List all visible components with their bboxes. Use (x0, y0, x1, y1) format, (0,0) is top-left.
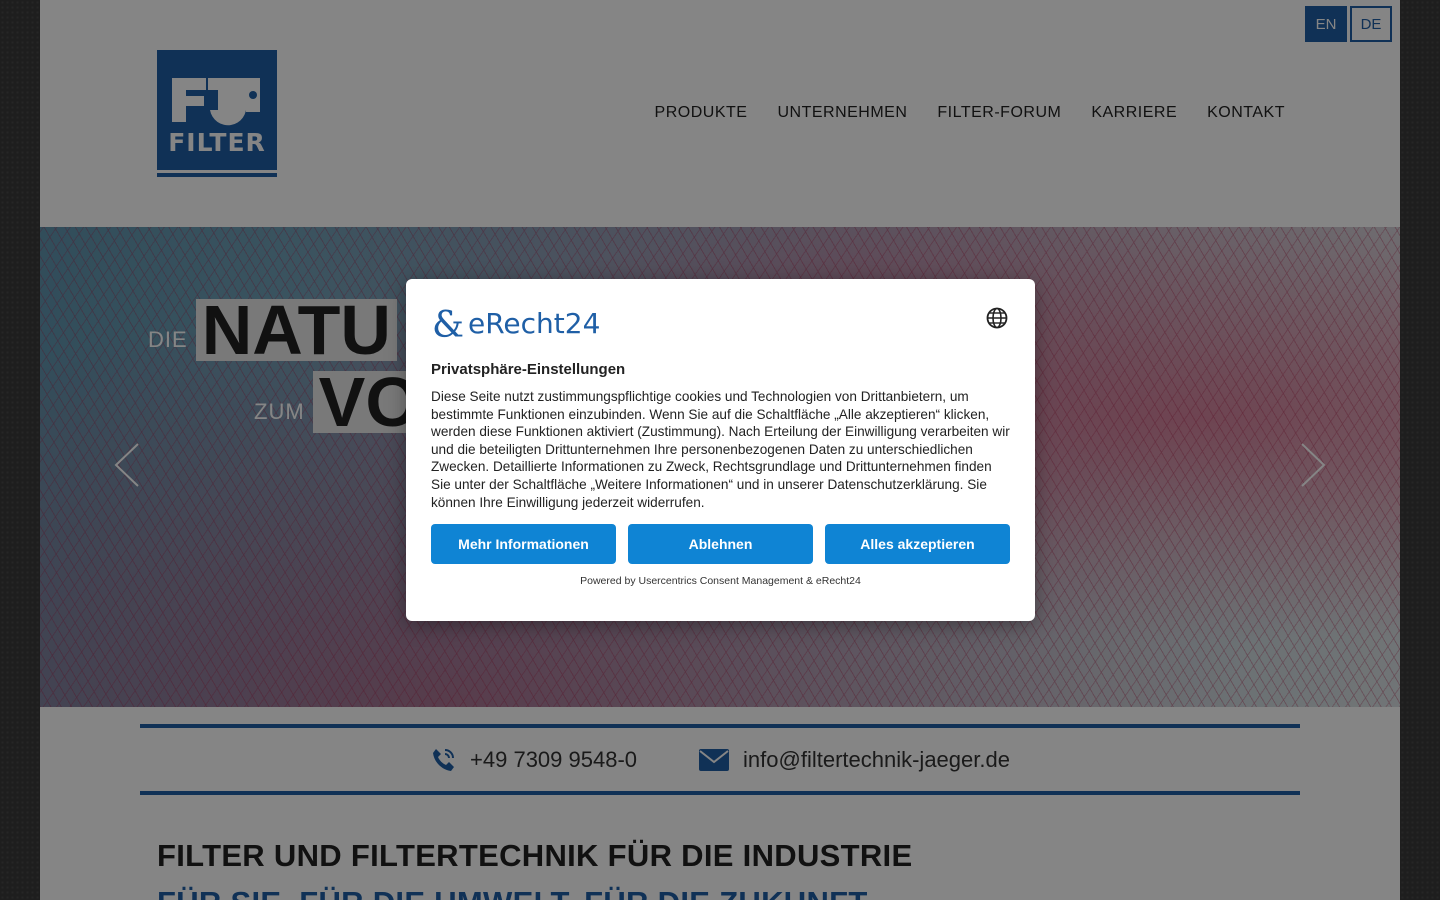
powered-by-text: Powered by Usercentrics Consent Manageme… (580, 575, 861, 588)
erecht24-brand-text: eRecht24 (468, 306, 601, 340)
consent-dialog: & eRecht24 Privatsphäre-Einstellungen Di… (406, 279, 1035, 621)
erecht24-logo-icon: & (432, 305, 464, 343)
decline-button[interactable]: Ablehnen (628, 524, 813, 565)
erecht24-logo: & eRecht24 (431, 303, 1010, 343)
more-info-button[interactable]: Mehr Informationen (431, 524, 616, 565)
svg-text:&: & (432, 305, 464, 343)
globe-icon[interactable] (986, 307, 1008, 329)
consent-buttons: Mehr Informationen Ablehnen Alles akzept… (431, 524, 1010, 565)
accept-all-button[interactable]: Alles akzeptieren (825, 524, 1010, 565)
consent-body-text: Diese Seite nutzt zustimmungspflichtige … (431, 389, 1010, 510)
consent-title: Privatsphäre-Einstellungen (431, 361, 626, 378)
